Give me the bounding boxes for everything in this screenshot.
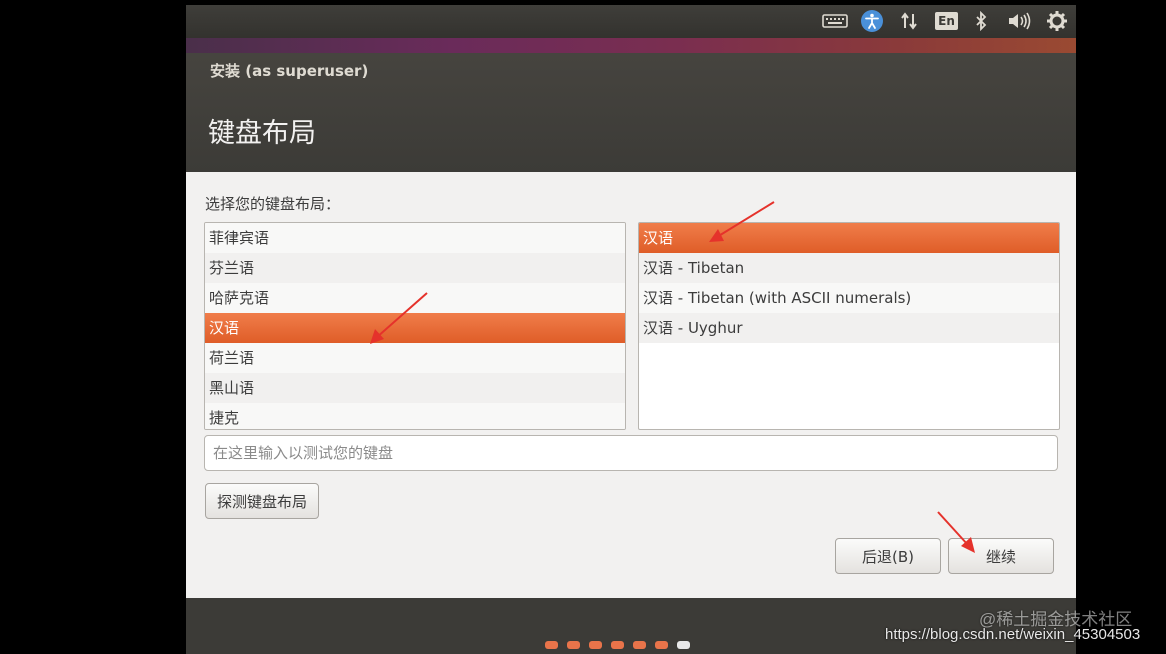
list-item[interactable]: 汉语 - Tibetan — [639, 253, 1059, 283]
list-item-label: 汉语 — [643, 229, 674, 247]
volume-icon[interactable] — [1006, 9, 1034, 33]
watermark: @稀土掘金技术社区 https://blog.csdn.net/weixin_4… — [885, 610, 1140, 642]
installer-screen: En 安装 (as superuser) 键盘布局 选择您的键盘布局： 菲律宾语… — [186, 5, 1076, 654]
list-item[interactable]: 菲律宾语 — [205, 223, 625, 253]
keyboard-layout-indicator[interactable]: En — [935, 9, 958, 33]
variant-list[interactable]: 汉语 汉语 - Tibetan 汉语 - Tibetan (with ASCII… — [638, 222, 1060, 430]
network-icon[interactable] — [897, 9, 921, 33]
detect-layout-button[interactable]: 探测键盘布局 — [205, 483, 319, 519]
progress-dot — [611, 641, 624, 649]
window-header: 安装 (as superuser) 键盘布局 — [186, 53, 1076, 172]
annotation-arrow-icon — [937, 511, 975, 553]
desktop-background-strip — [186, 38, 1076, 53]
list-item-label: 汉语 — [209, 319, 240, 337]
progress-dot — [589, 641, 602, 649]
content-area: 选择您的键盘布局： 菲律宾语 芬兰语 哈萨克语 汉语 荷兰语 黑山语 捷克 汉语… — [186, 172, 1076, 598]
window-title: 安装 (as superuser) — [210, 62, 369, 80]
progress-dot-current — [677, 641, 690, 649]
list-item-label: 荷兰语 — [209, 349, 255, 367]
watermark-line-1: @稀土掘金技术社区 — [979, 610, 1133, 629]
list-item-label: 捷克 — [209, 409, 240, 427]
page-title: 键盘布局 — [208, 118, 316, 149]
bluetooth-icon[interactable] — [972, 9, 990, 33]
back-button[interactable]: 后退(B) — [835, 538, 941, 574]
list-item[interactable]: 黑山语 — [205, 373, 625, 403]
keyboard-test-input[interactable] — [204, 435, 1058, 471]
gear-icon[interactable] — [1045, 9, 1069, 33]
annotation-arrow-icon — [370, 292, 428, 344]
list-item-label: 哈萨克语 — [209, 289, 270, 307]
list-item-label: 汉语 - Tibetan (with ASCII numerals) — [643, 289, 912, 307]
list-item-label: 黑山语 — [209, 379, 255, 397]
progress-dot — [633, 641, 646, 649]
progress-dot — [567, 641, 580, 649]
keyboard-layout-label: En — [935, 12, 958, 30]
list-item-label: 菲律宾语 — [209, 229, 270, 247]
list-item-label: 汉语 - Uyghur — [643, 319, 743, 337]
accessibility-icon[interactable] — [859, 9, 885, 33]
keyboard-icon[interactable] — [820, 9, 850, 33]
list-item[interactable]: 芬兰语 — [205, 253, 625, 283]
list-item-label: 芬兰语 — [209, 259, 255, 277]
list-item[interactable]: 捷克 — [205, 403, 625, 429]
annotation-arrow-icon — [709, 201, 775, 242]
list-item[interactable]: 汉语 - Uyghur — [639, 313, 1059, 343]
progress-dot — [545, 641, 558, 649]
top-panel: En — [186, 5, 1076, 38]
choose-layout-label: 选择您的键盘布局： — [205, 195, 341, 213]
list-item[interactable]: 汉语 - Tibetan (with ASCII numerals) — [639, 283, 1059, 313]
progress-dots — [545, 641, 690, 649]
progress-dot — [655, 641, 668, 649]
list-item-label: 汉语 - Tibetan — [643, 259, 745, 277]
